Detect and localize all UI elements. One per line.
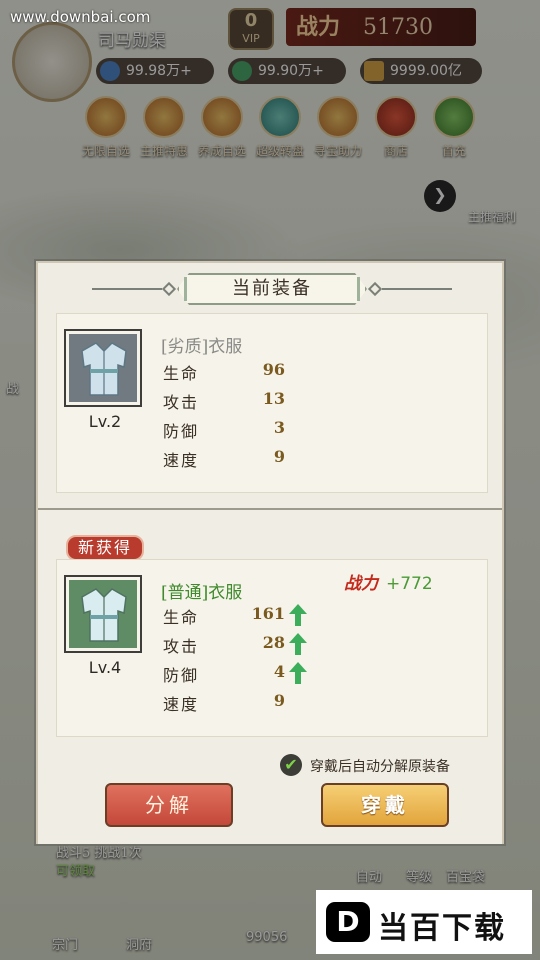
stat-row: 攻击 13: [163, 389, 363, 413]
power-change-label: 战力: [344, 574, 378, 594]
decompose-button[interactable]: 分解: [105, 783, 233, 827]
title-ornament-diamond: [161, 281, 177, 297]
stat-row: 防御 4: [163, 662, 363, 686]
stat-label: 防御: [163, 422, 200, 441]
stat-value: 9: [273, 447, 285, 466]
equipment-compare-dialog: 当前装备 Lv.2 [劣质]衣服 生命 96 攻击 13 防御 3 速度 9 新获得: [36, 261, 504, 844]
stat-value: 28: [262, 633, 285, 652]
current-item-name: [劣质]衣服: [161, 332, 242, 357]
stat-value: 13: [262, 389, 285, 408]
stat-value: 4: [273, 662, 285, 681]
current-item-slot[interactable]: [64, 329, 142, 407]
stat-row: 速度 9: [163, 447, 363, 471]
new-item-type: 衣服: [208, 583, 243, 603]
current-equipment-card: Lv.2 [劣质]衣服 生命 96 攻击 13 防御 3 速度 9: [56, 313, 488, 493]
watermark-badge: D 当百下载: [316, 890, 532, 954]
auto-decompose-label[interactable]: 穿戴后自动分解原装备: [310, 756, 450, 776]
current-item-level: Lv.2: [88, 412, 122, 431]
dialog-header: 当前装备: [92, 273, 452, 305]
new-item-slot[interactable]: [64, 575, 142, 653]
title-ornament-line: [382, 288, 452, 290]
power-change: 战力 +772: [344, 569, 433, 594]
dialog-title: 当前装备: [184, 277, 360, 301]
stat-row: 速度 9: [163, 691, 363, 715]
stat-up-arrow-icon: [289, 604, 307, 626]
stat-value: 96: [262, 360, 285, 379]
stat-row: 生命 96: [163, 360, 363, 384]
title-ornament-line: [92, 288, 162, 290]
stat-up-arrow-icon: [289, 662, 307, 684]
new-obtained-tag: 新获得: [66, 535, 144, 561]
stat-row: 生命 161: [163, 604, 363, 628]
watermark-text: 当百下载: [378, 911, 506, 946]
power-change-value: +772: [386, 574, 433, 594]
current-item-type: 衣服: [208, 337, 243, 357]
stat-label: 速度: [163, 695, 200, 714]
stat-row: 防御 3: [163, 418, 363, 442]
new-item-quality: [普通]: [161, 583, 209, 603]
auto-decompose-checkbox[interactable]: ✔: [280, 754, 302, 776]
stat-value: 161: [251, 604, 285, 623]
current-item-quality: [劣质]: [161, 337, 209, 357]
stat-row: 攻击 28: [163, 633, 363, 657]
stat-value: 9: [273, 691, 285, 710]
new-item-name: [普通]衣服: [161, 578, 242, 603]
new-item-level: Lv.4: [88, 658, 122, 677]
robe-icon: [81, 342, 127, 396]
site-watermark: www.downbai.com: [10, 8, 151, 26]
stat-value: 3: [273, 418, 285, 437]
title-ornament-diamond: [367, 281, 383, 297]
watermark-logo: D: [326, 902, 370, 942]
stat-label: 生命: [163, 364, 200, 383]
robe-icon: [81, 588, 127, 642]
stat-up-arrow-icon: [289, 633, 307, 655]
equip-button[interactable]: 穿戴: [321, 783, 449, 827]
stat-label: 速度: [163, 451, 200, 470]
stat-label: 攻击: [163, 393, 200, 412]
stat-label: 生命: [163, 608, 200, 627]
stat-label: 攻击: [163, 637, 200, 656]
stat-label: 防御: [163, 666, 200, 685]
